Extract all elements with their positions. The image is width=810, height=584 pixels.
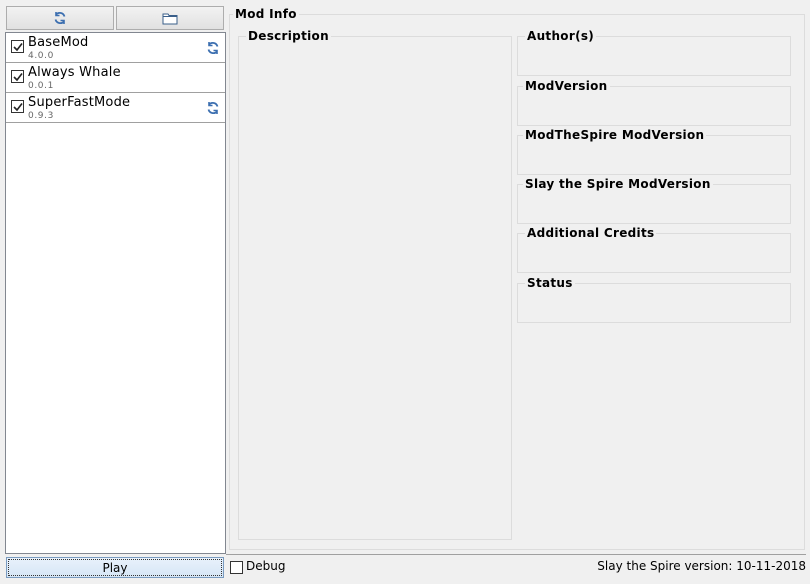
mod-enabled-checkbox[interactable]	[11, 100, 24, 113]
checkmark-icon	[13, 73, 23, 82]
mod-version: 0.9.3	[28, 111, 54, 121]
refresh-icon	[54, 12, 66, 24]
sts-version-label: Slay the Spire ModVersion	[523, 177, 713, 191]
mod-info-title: Mod Info	[233, 7, 299, 21]
update-available-icon	[207, 102, 219, 114]
mod-name: Always Whale	[28, 65, 121, 80]
description-label: Description	[246, 29, 331, 43]
authors-panel: Author(s)	[517, 29, 791, 76]
status-panel: Status	[517, 276, 791, 323]
list-item[interactable]: Always Whale 0.0.1	[6, 63, 225, 93]
list-item[interactable]: BaseMod 4.0.0	[6, 33, 225, 63]
mod-version: 4.0.0	[28, 51, 54, 61]
list-item[interactable]: SuperFastMode 0.9.3	[6, 93, 225, 123]
credits-label: Additional Credits	[525, 226, 657, 240]
mod-version: 0.0.1	[28, 81, 54, 91]
checkmark-icon	[13, 103, 23, 112]
mod-name: BaseMod	[28, 35, 89, 50]
mod-name: SuperFastMode	[28, 95, 131, 110]
mod-enabled-checkbox[interactable]	[11, 40, 24, 53]
credits-panel: Additional Credits	[517, 226, 791, 273]
description-panel[interactable]: Description	[238, 29, 512, 540]
checkmark-icon	[13, 43, 23, 52]
refresh-button[interactable]	[6, 6, 114, 30]
debug-checkbox[interactable]	[230, 561, 243, 574]
open-folder-button[interactable]	[116, 6, 224, 30]
play-button-label: Play	[102, 560, 128, 575]
update-available-icon	[207, 42, 219, 54]
play-button[interactable]: Play	[6, 557, 224, 578]
status-label: Status	[525, 276, 575, 290]
mod-version-panel: ModVersion	[517, 79, 791, 126]
sts-version-panel: Slay the Spire ModVersion	[517, 177, 791, 224]
debug-label: Debug	[246, 559, 286, 573]
folder-icon	[162, 13, 178, 24]
footer-separator	[226, 554, 806, 555]
game-version-label: Slay the Spire version: 10-11-2018	[597, 559, 806, 573]
mod-list[interactable]: BaseMod 4.0.0 Always Whale 0.0.1 SuperFa…	[5, 32, 226, 554]
mts-version-panel: ModTheSpire ModVersion	[517, 128, 791, 175]
mod-enabled-checkbox[interactable]	[11, 70, 24, 83]
authors-label: Author(s)	[525, 29, 597, 43]
mts-version-label: ModTheSpire ModVersion	[523, 128, 707, 142]
mod-version-label: ModVersion	[523, 79, 610, 93]
